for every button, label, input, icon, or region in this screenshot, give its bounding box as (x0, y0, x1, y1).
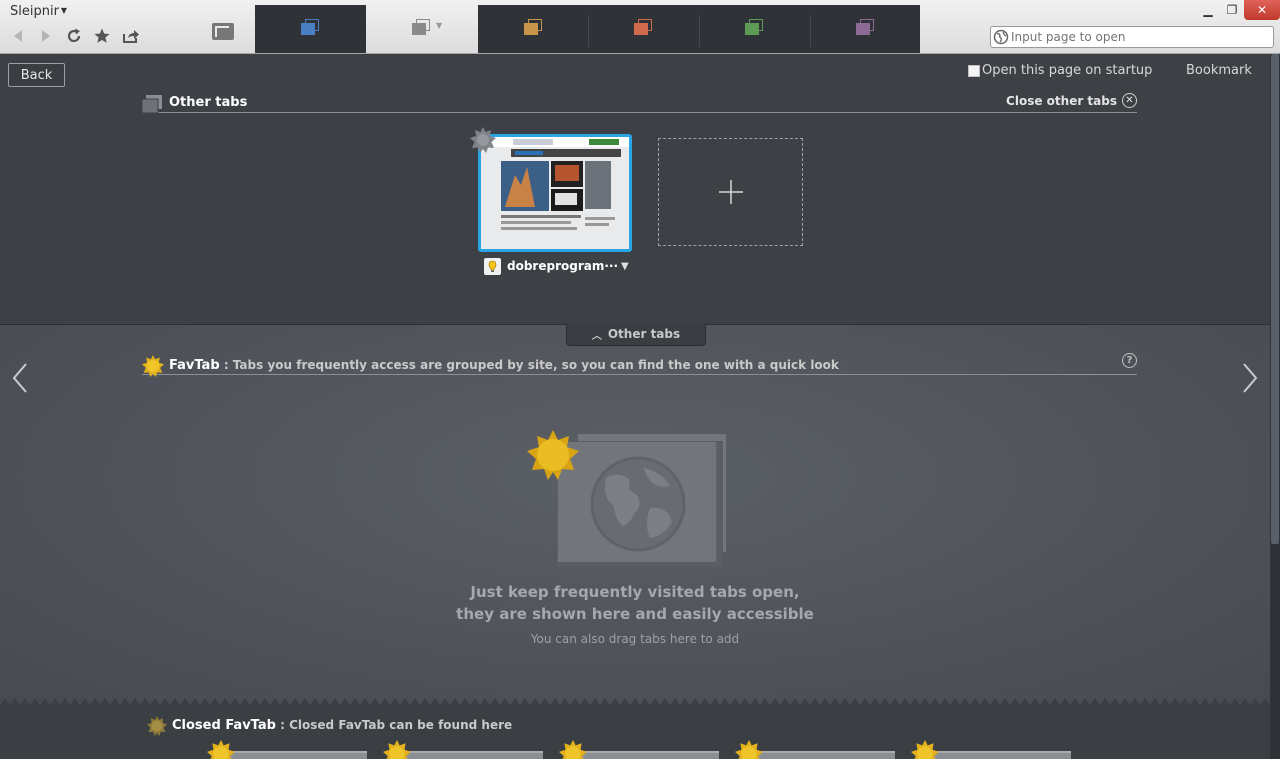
bookmark-link[interactable]: Bookmark (1186, 63, 1252, 78)
close-other-tabs-button[interactable]: Close other tabs ✕ (1006, 93, 1137, 108)
group-swatch-icon (301, 19, 319, 35)
chevron-left-icon[interactable] (10, 362, 30, 394)
browser-toolbar: Sleipnir ▼ ▼ ▁ ❐ ✕ (0, 0, 1280, 54)
closed-favtab-item[interactable] (735, 740, 895, 759)
share-icon[interactable] (121, 26, 141, 46)
closed-favtab-item[interactable] (207, 740, 367, 759)
close-icon[interactable]: ✕ (1244, 0, 1280, 20)
caret-down-icon: ▼ (436, 21, 443, 30)
favtab-badge-icon (207, 740, 235, 759)
app-menu[interactable]: Sleipnir ▼ (10, 4, 67, 19)
tab-group-strip (478, 5, 920, 53)
favtab-badge-icon (142, 355, 164, 377)
section-title: Other tabs (169, 95, 248, 110)
collapse-other-tabs-button[interactable]: ︿ Other tabs (566, 323, 706, 346)
other-tabs-header: Other tabs Close other tabs ✕ (142, 93, 1137, 113)
tab-group-orange[interactable] (634, 19, 652, 35)
favtab-badge-icon (735, 740, 763, 759)
back-arrow-icon[interactable] (8, 26, 28, 46)
empty-state-title: Just keep frequently visited tabs open, (470, 583, 800, 601)
tab-group-gold[interactable] (524, 19, 542, 35)
tab-thumbnail[interactable] (478, 134, 632, 252)
close-circle-icon: ✕ (1122, 93, 1137, 108)
favtab-empty-illustration (527, 430, 726, 567)
window-controls: ▁ ❐ ✕ (1196, 0, 1280, 20)
section-title: Closed FavTab (172, 718, 276, 733)
startup-label: Open this page on startup (982, 63, 1153, 78)
globe-icon (991, 27, 1011, 47)
group-swatch-icon (412, 19, 430, 35)
favtab-badge-icon (383, 740, 411, 759)
caret-down-icon: ▼ (60, 6, 68, 15)
tab-list-button[interactable] (210, 20, 236, 42)
forward-arrow-icon[interactable] (36, 26, 56, 46)
chevron-right-icon[interactable] (1240, 362, 1260, 394)
caret-down-icon[interactable]: ▼ (621, 261, 629, 272)
section-description: : Tabs you frequently access are grouped… (219, 358, 839, 372)
reload-icon[interactable] (64, 26, 84, 46)
scrollbar-thumb[interactable] (1271, 54, 1279, 544)
tab-group-purple[interactable] (856, 19, 874, 35)
minimize-icon[interactable]: ▁ (1196, 0, 1220, 20)
page-preview-image (481, 137, 629, 249)
site-favicon (484, 257, 501, 275)
scrollbar[interactable] (1270, 54, 1280, 759)
section-title: FavTab (169, 358, 220, 373)
tab-group-light[interactable]: ▼ (366, 5, 478, 53)
startup-option[interactable]: Open this page on startup (968, 63, 1152, 78)
section-description: : Closed FavTab can be found here (275, 718, 513, 732)
help-icon[interactable]: ? (1122, 353, 1137, 368)
plus-icon (718, 180, 743, 204)
closed-favtab-item[interactable] (559, 740, 719, 759)
tab-group-green[interactable] (745, 19, 763, 35)
empty-state-title: they are shown here and easily accessibl… (456, 605, 814, 623)
add-tab-button[interactable] (658, 138, 803, 246)
closed-favtab-item[interactable] (911, 740, 1071, 759)
closed-favtab-item[interactable] (383, 740, 543, 759)
back-button[interactable]: Back (8, 63, 65, 87)
favtab-badge-icon (559, 740, 587, 759)
tab-stack-icon (142, 95, 162, 113)
star-icon[interactable] (92, 26, 112, 46)
tab-label[interactable]: dobreprogram··· ▼ (484, 257, 634, 275)
startup-checkbox[interactable] (968, 64, 980, 77)
favtab-badge-icon[interactable] (470, 127, 496, 153)
favtab-badge-icon (911, 740, 939, 759)
maximize-icon[interactable]: ❐ (1220, 0, 1244, 20)
url-bar (990, 26, 1274, 48)
url-input[interactable] (1011, 30, 1261, 44)
closed-favtab-badge-icon (147, 716, 167, 736)
tab-title: dobreprogram··· (507, 259, 617, 273)
chevron-up-icon: ︿ (591, 330, 602, 342)
section-divider (0, 697, 1270, 705)
favtab-header: FavTab : Tabs you frequently access are … (142, 353, 1137, 377)
tab-group-main[interactable] (255, 5, 366, 53)
empty-state-hint: You can also drag tabs here to add (530, 632, 740, 646)
